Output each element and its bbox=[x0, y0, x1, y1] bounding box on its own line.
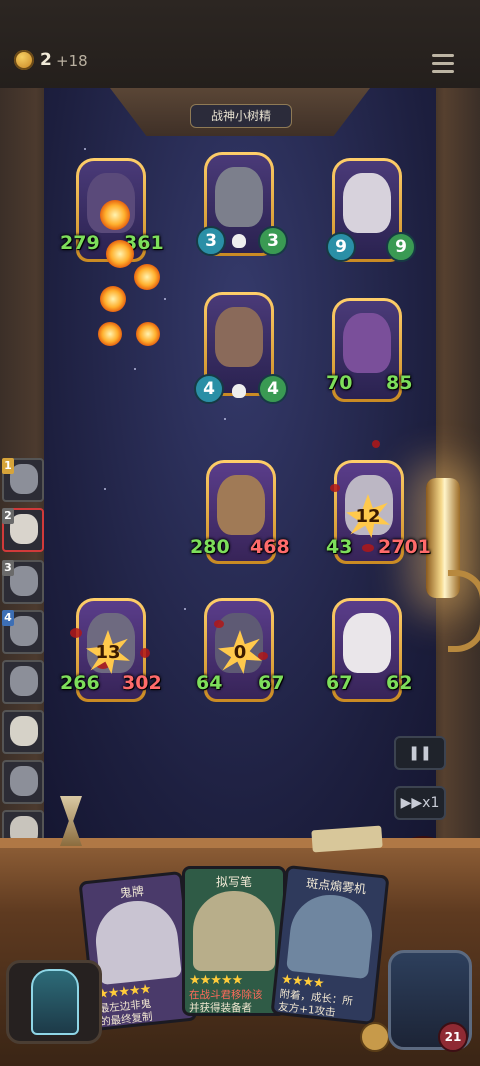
hand-card-quill[interactable]: 拟写笔 ★★★★★ 在战斗君移除该 并获得装备者 bbox=[182, 866, 286, 1016]
fire-effect bbox=[100, 200, 130, 230]
enemy-card-4-health: 4 bbox=[258, 374, 288, 404]
star-rating: ★★★★★ bbox=[189, 973, 243, 988]
unit-portrait bbox=[10, 616, 38, 646]
enemy-card-5-attack: 70 bbox=[326, 372, 353, 394]
player-card-3-attack: 266 bbox=[60, 672, 100, 694]
queue-item-4[interactable]: 4 bbox=[2, 610, 44, 654]
fire-effect bbox=[98, 322, 122, 346]
fast-forward-icon: ▶▶ bbox=[400, 795, 423, 811]
top-bar bbox=[0, 0, 480, 88]
player-card-1-health: 468 bbox=[250, 536, 290, 558]
card-art bbox=[286, 890, 377, 980]
queue-item-3[interactable]: 3 bbox=[2, 560, 44, 604]
unit-portrait bbox=[10, 716, 38, 746]
fire-effect bbox=[136, 322, 160, 346]
player-card-5-attack: 67 bbox=[326, 672, 353, 694]
queue-item-6[interactable] bbox=[2, 710, 44, 754]
player-card-3-health: 302 bbox=[122, 672, 162, 694]
card-art bbox=[193, 891, 275, 971]
hand-card-title: 拟写笔 bbox=[215, 875, 252, 889]
fire-effect bbox=[106, 240, 134, 268]
player-card-2-attack: 43 bbox=[326, 536, 353, 558]
unit-portrait bbox=[10, 514, 38, 544]
lightning-icon bbox=[31, 969, 79, 1035]
gold-income: +18 bbox=[56, 52, 88, 70]
queue-item-2[interactable]: 2 bbox=[2, 508, 44, 552]
skull-icon bbox=[232, 384, 246, 398]
blood-splatter bbox=[362, 544, 374, 552]
hamburger-menu-icon[interactable] bbox=[432, 54, 454, 74]
enemy-name-plate: 战神小树精 bbox=[190, 104, 292, 128]
queue-item-1[interactable]: 1 bbox=[2, 458, 44, 502]
fire-effect bbox=[100, 286, 126, 312]
blood-splatter bbox=[214, 620, 224, 628]
player-card-2-health: 2701 bbox=[378, 536, 431, 558]
queue-number: 4 bbox=[2, 610, 14, 626]
bell-icon[interactable] bbox=[360, 1022, 390, 1052]
hero-health-badge: 21 bbox=[438, 1022, 468, 1052]
gold-amount: 2 bbox=[40, 50, 52, 70]
speed-button[interactable]: ▶▶x1 bbox=[394, 786, 446, 820]
hand-card-description: 在战斗君移除该 并获得装备者 bbox=[189, 989, 263, 1014]
damage-number: 12 bbox=[355, 506, 381, 527]
enemy-card-3-health: 9 bbox=[386, 232, 416, 262]
speed-label: x1 bbox=[422, 795, 440, 811]
skull-icon bbox=[232, 234, 246, 248]
player-card-4-attack: 64 bbox=[196, 672, 223, 694]
queue-item-7[interactable] bbox=[2, 760, 44, 804]
pause-icon: ❚❚ bbox=[408, 745, 432, 761]
enemy-card-2-health: 3 bbox=[258, 226, 288, 256]
blood-splatter bbox=[330, 484, 340, 492]
gold-coin-icon bbox=[14, 50, 34, 70]
unit-portrait bbox=[10, 766, 38, 796]
deck-button[interactable] bbox=[6, 960, 102, 1044]
card-art bbox=[91, 896, 182, 986]
blood-splatter bbox=[140, 648, 150, 658]
queue-number: 2 bbox=[2, 508, 14, 524]
player-card-1-attack: 280 bbox=[190, 536, 230, 558]
enemy-card-4-attack: 4 bbox=[194, 374, 224, 404]
queue-number: 1 bbox=[2, 458, 14, 474]
queue-number: 3 bbox=[2, 560, 14, 576]
damage-number: 13 bbox=[95, 642, 121, 663]
player-card-5-health: 62 bbox=[386, 672, 413, 694]
unit-portrait bbox=[10, 464, 38, 494]
unit-portrait bbox=[10, 666, 38, 696]
enemy-card-1-attack: 279 bbox=[60, 232, 100, 254]
enemy-card-2-attack: 3 bbox=[196, 226, 226, 256]
pause-button[interactable]: ❚❚ bbox=[394, 736, 446, 770]
blood-splatter bbox=[70, 628, 82, 638]
hand-card-fog-machine[interactable]: 斑点煽雾机 ★★★★ 附着，成长：所 友方+1攻击 bbox=[270, 864, 390, 1026]
damage-number: 0 bbox=[233, 642, 247, 663]
enemy-card-3-attack: 9 bbox=[326, 232, 356, 262]
player-card-4-health: 67 bbox=[258, 672, 285, 694]
queue-item-5[interactable] bbox=[2, 660, 44, 704]
lamp-arm bbox=[448, 570, 480, 652]
enemy-card-5-health: 85 bbox=[386, 372, 413, 394]
blood-splatter bbox=[372, 440, 380, 448]
unit-portrait bbox=[10, 566, 38, 596]
fire-effect bbox=[134, 264, 160, 290]
